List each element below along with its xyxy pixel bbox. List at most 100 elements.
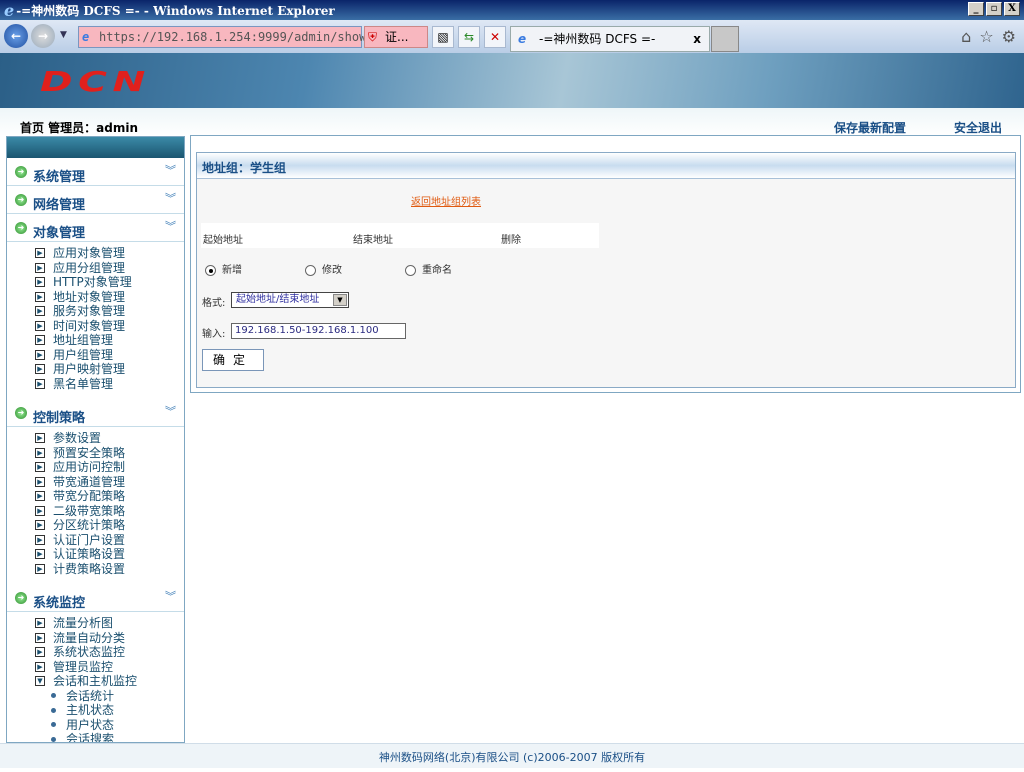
sidebar-section[interactable]: ➜ 对象管理 ︾	[7, 214, 184, 242]
refresh-icon[interactable]: ⇆	[458, 26, 480, 48]
sidebar-section[interactable]: ➜ 系统管理 ︾	[7, 158, 184, 186]
expand-box-icon: ▶	[35, 378, 45, 389]
forward-button[interactable]: →	[31, 24, 55, 48]
section-label: 控制策略	[33, 411, 86, 426]
address-input[interactable]: 192.168.1.50-192.168.1.100	[231, 323, 406, 339]
sidebar-item[interactable]: ▶ 带宽通道管理	[35, 475, 184, 490]
sidebar-item[interactable]: ▶ 应用访问控制	[35, 460, 184, 475]
sidebar-section[interactable]: ➜ 控制策略 ︾	[7, 399, 184, 427]
url-text: https://192.168.1.254:9999/admin/show/	[99, 30, 374, 44]
sidebar-section[interactable]: ➜ 系统监控 ︾	[7, 584, 184, 612]
sidebar-item-label: 认证策略设置	[53, 547, 126, 561]
sidebar-item[interactable]: ▶ 认证策略设置	[35, 547, 184, 562]
certificate-error-button[interactable]: ⛨ 证...	[364, 26, 428, 48]
double-chevron-down-icon[interactable]: ︾	[165, 218, 176, 234]
back-button[interactable]: ←	[4, 24, 28, 48]
sidebar-section[interactable]: ➜ 网络管理 ︾	[7, 186, 184, 214]
radio-add-control[interactable]	[205, 264, 216, 276]
sidebar-item[interactable]: ▶ 黑名单管理	[35, 377, 184, 392]
format-select[interactable]: 起始地址/结束地址 ▼	[231, 292, 349, 308]
tab-close-icon[interactable]: x	[693, 27, 701, 51]
sidebar-subitem-label: 会话统计	[66, 688, 115, 703]
confirm-button[interactable]: 确定	[202, 349, 264, 371]
sidebar-item-label: 流量自动分类	[53, 630, 126, 645]
ie-page-icon: e	[82, 30, 90, 44]
minimize-button[interactable]: _	[968, 2, 984, 16]
radio-rename-control[interactable]	[405, 264, 416, 276]
maximize-button[interactable]: ▫	[986, 2, 1002, 16]
stop-icon[interactable]: ✕	[484, 26, 506, 48]
sidebar-subitem[interactable]: 会话搜索	[51, 732, 184, 742]
logout-link[interactable]: 安全退出	[954, 119, 1002, 136]
arrow-circle-icon: ➜	[15, 194, 27, 206]
expand-box-icon: ▶	[35, 632, 45, 643]
expand-box-icon: ▶	[35, 563, 45, 574]
sidebar-item[interactable]: ▶ 地址组管理	[35, 333, 184, 348]
browser-tab[interactable]: e -=神州数码 DCFS =- x	[510, 26, 710, 52]
sidebar-item-label: 流量分析图	[53, 616, 114, 630]
radio-rename[interactable]: 重命名	[405, 261, 452, 276]
ie-tab-icon: e	[518, 32, 527, 46]
sidebar-item[interactable]: ▼ 会话和主机监控	[35, 674, 184, 689]
column-delete: 删除	[501, 235, 521, 246]
sidebar-item-label: 时间对象管理	[53, 318, 126, 333]
sidebar-item[interactable]: ▶ 分区统计策略	[35, 518, 184, 533]
address-bar[interactable]: ehttps://192.168.1.254:9999/admin/show/⌕	[78, 26, 374, 64]
back-to-list-link[interactable]: 返回地址组列表	[411, 193, 481, 208]
radio-modify[interactable]: 修改	[305, 261, 342, 276]
expand-box-icon: ▶	[35, 262, 45, 273]
favorites-icon[interactable]: ☆	[979, 27, 993, 46]
sidebar-item[interactable]: ▶ HTTP对象管理	[35, 275, 184, 290]
content-panel: 地址组：学生组 返回地址组列表 起始地址 结束地址 删除 新增 修改 重命名 格…	[190, 135, 1021, 393]
chevron-down-icon[interactable]: ▼	[333, 294, 347, 306]
sidebar-item[interactable]: ▶ 认证门户设置	[35, 533, 184, 548]
double-chevron-down-icon[interactable]: ︾	[165, 588, 176, 604]
save-config-link[interactable]: 保存最新配置	[834, 119, 906, 136]
expand-box-icon: ▶	[35, 291, 45, 302]
radio-add[interactable]: 新增	[205, 261, 242, 276]
address-table-header: 起始地址 结束地址 删除	[201, 223, 599, 248]
sidebar-subitem[interactable]: 会话统计	[51, 689, 184, 704]
sidebar-item[interactable]: ▶ 流量自动分类	[35, 631, 184, 646]
sidebar-item[interactable]: ▶ 应用对象管理	[35, 246, 184, 261]
sidebar-item-label: 认证门户设置	[53, 532, 126, 547]
new-tab-button[interactable]	[711, 26, 739, 52]
sidebar-item[interactable]: ▶ 时间对象管理	[35, 319, 184, 334]
expand-box-icon: ▶	[35, 462, 45, 473]
sidebar-item[interactable]: ▶ 预置安全策略	[35, 446, 184, 461]
bullet-icon	[51, 707, 56, 713]
expand-box-icon: ▶	[35, 476, 45, 487]
sidebar-item[interactable]: ▶ 流量分析图	[35, 616, 184, 631]
close-button[interactable]: X	[1004, 2, 1020, 16]
history-dropdown-icon[interactable]: ▼	[60, 30, 67, 40]
expand-box-icon: ▶	[35, 277, 45, 288]
sidebar-item[interactable]: ▶ 系统状态监控	[35, 645, 184, 660]
shield-error-icon: ⛨	[368, 30, 378, 44]
sidebar-item-label: 应用对象管理	[53, 246, 126, 260]
double-chevron-down-icon[interactable]: ︾	[165, 162, 176, 178]
sidebar-item-label: 黑名单管理	[53, 376, 114, 391]
sidebar-subitem[interactable]: 主机状态	[51, 703, 184, 718]
sidebar-item[interactable]: ▶ 服务对象管理	[35, 304, 184, 319]
sidebar-item[interactable]: ▶ 用户映射管理	[35, 362, 184, 377]
bullet-icon	[51, 736, 56, 742]
sidebar-item-label: 分区统计策略	[53, 518, 126, 532]
compatibility-icon[interactable]: ▧	[432, 26, 454, 48]
sidebar-item[interactable]: ▶ 管理员监控	[35, 660, 184, 675]
header-bar: 首页 管理员：admin 保存最新配置 安全退出	[0, 108, 1024, 136]
double-chevron-down-icon[interactable]: ︾	[165, 190, 176, 206]
sidebar-item[interactable]: ▶ 二级带宽策略	[35, 504, 184, 519]
sidebar-item[interactable]: ▶ 应用分组管理	[35, 261, 184, 276]
sidebar-item[interactable]: ▶ 带宽分配策略	[35, 489, 184, 504]
sidebar-item[interactable]: ▶ 计费策略设置	[35, 562, 184, 577]
sidebar-item[interactable]: ▶ 地址对象管理	[35, 290, 184, 305]
sidebar-item[interactable]: ▶ 参数设置	[35, 431, 184, 446]
section-label: 系统管理	[33, 170, 86, 185]
sidebar-subitem[interactable]: 用户状态	[51, 718, 184, 733]
home-icon[interactable]: ⌂	[961, 27, 971, 46]
sidebar-item[interactable]: ▶ 用户组管理	[35, 348, 184, 363]
radio-modify-control[interactable]	[305, 264, 316, 276]
expand-box-icon: ▶	[35, 320, 45, 331]
gear-icon[interactable]: ⚙	[1002, 27, 1016, 46]
double-chevron-down-icon[interactable]: ︾	[165, 403, 176, 419]
